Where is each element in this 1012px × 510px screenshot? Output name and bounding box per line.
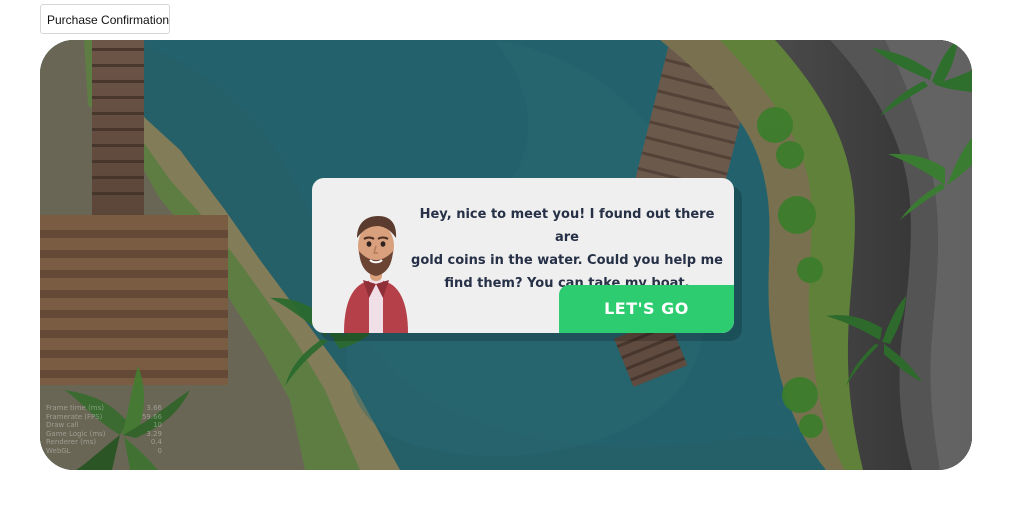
stat-value: 59.66 (141, 412, 162, 421)
stat-value: 10 (153, 421, 162, 429)
performance-stats: Frame time (ms) 3.66 Framerate (FPS) 59.… (46, 404, 162, 455)
stat-label: WebGL (46, 446, 71, 455)
lets-go-button[interactable]: LET'S GO (559, 285, 734, 333)
stat-row-framerate: Framerate (FPS) 59.66 (46, 413, 162, 422)
stat-label: Frame time (ms) (46, 404, 105, 412)
dialog-message: Hey, nice to meet you! I found out there… (411, 207, 723, 291)
stat-row-frame-time: Frame time (ms) 3.66 (46, 404, 162, 413)
stat-row-webgl: WebGL 0 (46, 447, 162, 456)
stat-label: Framerate (FPS) (46, 412, 103, 421)
stat-label: Game Logic (ms) (46, 429, 106, 438)
stat-value: 3.66 (146, 404, 162, 412)
game-viewport[interactable]: Frame time (ms) 3.66 Framerate (FPS) 59.… (40, 40, 972, 470)
stat-value: 0 (157, 446, 162, 455)
stat-row-game-logic: Game Logic (ms) 3.29 (46, 430, 162, 439)
stat-value: 0.4 (150, 438, 162, 446)
stat-value: 3.29 (146, 429, 162, 438)
stat-row-draw-call: Draw call 10 (46, 421, 162, 430)
stat-label: Renderer (ms) (46, 438, 97, 446)
dialog-box: Hey, nice to meet you! I found out there… (312, 178, 734, 333)
stat-row-renderer: Renderer (ms) 0.4 (46, 438, 162, 447)
stat-label: Draw call (46, 421, 79, 429)
purchase-confirmation-button[interactable]: Purchase Confirmation (40, 4, 170, 34)
